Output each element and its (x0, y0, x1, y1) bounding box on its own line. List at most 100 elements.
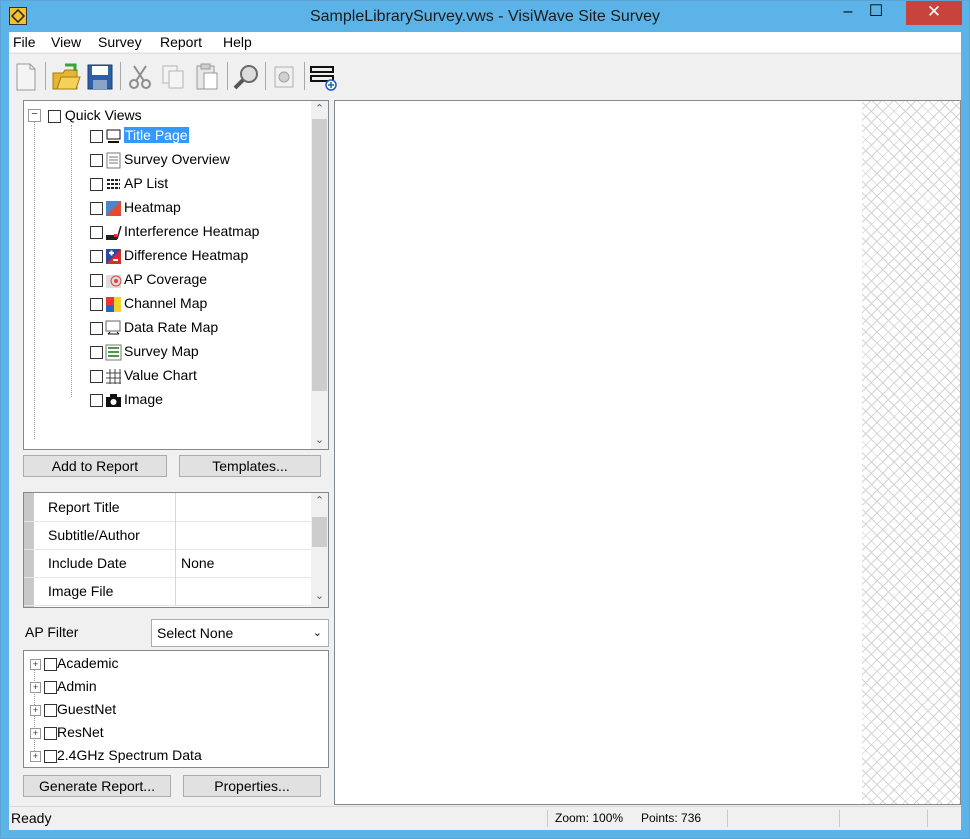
checkbox[interactable] (44, 703, 57, 717)
menu-survey[interactable]: Survey (98, 34, 142, 50)
tree-item-channel-map[interactable]: Channel Map (90, 291, 207, 315)
filter-item-spectrum[interactable]: +2.4GHz Spectrum Data (30, 743, 202, 767)
report-canvas[interactable] (334, 100, 961, 805)
checkbox[interactable] (44, 657, 57, 671)
points-readout: Points: 736 (641, 811, 702, 825)
new-icon[interactable] (11, 60, 41, 94)
tree-item-survey-overview[interactable]: Survey Overview (90, 147, 230, 171)
add-to-report-button[interactable]: Add to Report (23, 455, 167, 477)
add-layer-icon[interactable] (309, 60, 339, 94)
tree-item-image[interactable]: Image (90, 387, 163, 411)
scroll-thumb[interactable] (312, 119, 327, 391)
maximize-button[interactable]: ☐ (862, 1, 890, 25)
open-icon[interactable] (51, 60, 81, 94)
window-title: SampleLibrarySurvey.vws - VisiWave Site … (309, 8, 661, 25)
tree-item-difference-heatmap[interactable]: Difference Heatmap (90, 243, 248, 267)
menu-report[interactable]: Report (160, 34, 202, 50)
tree-item-title-page[interactable]: Title Page (90, 123, 189, 147)
scroll-thumb[interactable] (312, 517, 327, 547)
page-margin-hatch (862, 101, 960, 804)
scroll-up-icon[interactable]: ⌃ (311, 101, 328, 118)
cut-icon[interactable] (125, 60, 155, 94)
tree-item-interference-heatmap[interactable]: Interference Heatmap (90, 219, 259, 243)
checkbox[interactable] (90, 393, 103, 407)
property-label: Include Date (34, 549, 176, 577)
paste-icon[interactable] (192, 60, 222, 94)
generate-report-button[interactable]: Generate Report... (23, 775, 171, 797)
minimize-button[interactable]: – (834, 1, 862, 25)
tree-item-label: AP Coverage (124, 271, 208, 287)
scroll-down-icon[interactable]: ⌄ (311, 588, 328, 605)
filter-item-label: Academic (57, 655, 119, 671)
data-rate-icon (105, 320, 122, 337)
expand-icon[interactable]: + (30, 727, 41, 739)
close-button[interactable]: ✕ (906, 1, 962, 25)
ap-filter-select[interactable]: Select None ⌄ (151, 619, 329, 647)
checkbox[interactable] (90, 201, 103, 215)
property-label: Report Title (34, 493, 176, 521)
checkbox[interactable] (44, 726, 57, 740)
menu-file[interactable]: File (13, 34, 36, 50)
checkbox[interactable] (44, 680, 57, 694)
tree-item-label: Heatmap (124, 199, 181, 215)
tree-item-ap-coverage[interactable]: AP Coverage (90, 267, 207, 291)
tree-item-heatmap[interactable]: Heatmap (90, 195, 181, 219)
scroll-up-icon[interactable]: ⌃ (311, 493, 328, 510)
checkbox[interactable] (90, 153, 103, 167)
filter-item-guestnet[interactable]: + GuestNet (30, 697, 116, 721)
property-row[interactable]: Include Date None (24, 549, 313, 578)
tree-item-survey-map[interactable]: Survey Map (90, 339, 199, 363)
filter-item-academic[interactable]: + Academic (30, 651, 118, 675)
property-row[interactable]: Report Title (24, 493, 313, 522)
menu-view[interactable]: View (51, 34, 81, 50)
ap-filter-list[interactable]: + Academic + Admin + GuestNet + ResNet +2.4G… (23, 650, 329, 768)
coverage-icon (105, 272, 122, 289)
checkbox[interactable] (48, 109, 61, 123)
tree-item-label: Image (124, 391, 163, 407)
templates-button[interactable]: Templates... (179, 455, 321, 477)
filter-item-resnet[interactable]: + ResNet (30, 720, 104, 744)
tree-item-label: Difference Heatmap (124, 247, 249, 263)
monitor-icon (105, 128, 122, 145)
tree-item-value-chart[interactable]: Value Chart (90, 363, 197, 387)
checkbox[interactable] (90, 177, 103, 191)
checkbox[interactable] (90, 225, 103, 239)
interference-icon (105, 224, 122, 241)
expand-icon[interactable]: + (30, 681, 41, 693)
checkbox[interactable] (90, 129, 103, 143)
property-value[interactable]: None (177, 549, 214, 577)
checkbox[interactable] (90, 249, 103, 263)
quick-views-tree[interactable]: − Quick Views Title Page Survey Overview… (23, 100, 329, 450)
difference-icon (105, 248, 122, 265)
checkbox[interactable] (90, 321, 103, 335)
expand-icon[interactable]: + (30, 704, 41, 716)
expand-icon[interactable]: + (30, 658, 41, 670)
filter-item-admin[interactable]: + Admin (30, 674, 97, 698)
print-icon[interactable] (269, 60, 299, 94)
ap-filter-label: AP Filter (25, 624, 79, 640)
property-row[interactable]: Subtitle/Author (24, 521, 313, 550)
property-row[interactable]: Image File (24, 577, 313, 606)
app-window: SampleLibrarySurvey.vws - VisiWave Site … (0, 0, 970, 839)
checkbox[interactable] (90, 297, 103, 311)
client-area: File View Survey Report Help − Quick Vie… (9, 32, 961, 830)
save-icon[interactable] (85, 60, 115, 94)
checkbox[interactable] (90, 273, 103, 287)
tree-scrollbar[interactable]: ⌃ ⌄ (311, 101, 328, 449)
copy-icon[interactable] (158, 60, 188, 94)
checkbox[interactable] (90, 345, 103, 359)
zoom-icon[interactable] (231, 60, 261, 94)
tree-item-label: Value Chart (124, 367, 197, 383)
chevron-down-icon[interactable]: ⌄ (313, 620, 322, 646)
tree-item-ap-list[interactable]: AP List (90, 171, 168, 195)
menu-help[interactable]: Help (223, 34, 252, 50)
tree-item-data-rate-map[interactable]: Data Rate Map (90, 315, 218, 339)
properties-button[interactable]: Properties... (183, 775, 321, 797)
scroll-down-icon[interactable]: ⌄ (311, 432, 328, 449)
expand-icon[interactable]: + (30, 750, 41, 762)
properties-scrollbar[interactable]: ⌃ ⌄ (311, 493, 328, 607)
camera-icon (105, 392, 122, 409)
checkbox[interactable] (90, 369, 103, 383)
checkbox[interactable] (44, 749, 57, 763)
tree-item-label: Channel Map (124, 295, 208, 311)
